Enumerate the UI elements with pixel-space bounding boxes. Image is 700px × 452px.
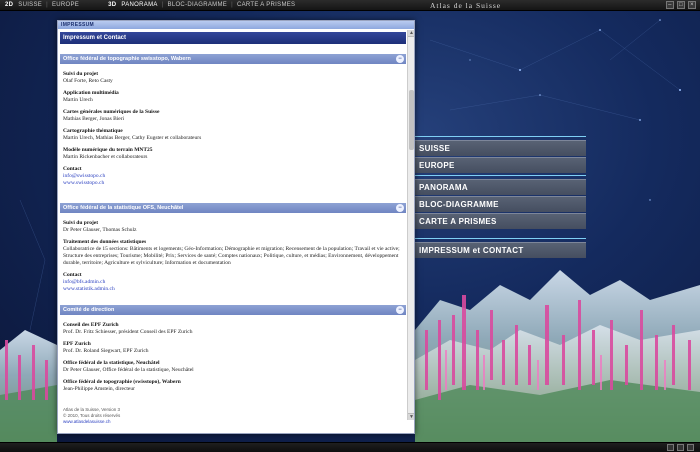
list-item: Cartes générales numériques de la Suisse… [63, 109, 160, 122]
email-link[interactable]: info@bfs.admin.ch [63, 279, 403, 286]
list-item: EPF Zurich Prof. Dr. Roland Siegwart, EP… [63, 341, 149, 354]
scrollbar-thumb[interactable] [409, 90, 414, 150]
menu-item-panorama[interactable]: PANORAMA [414, 179, 586, 195]
app-brand-title: Atlas de la Suisse [430, 1, 502, 10]
list-item: Suivi du projet Dr Peter Glauser, Thomas… [63, 220, 137, 233]
section-header-comite[interactable]: Comité de direction − [60, 305, 406, 315]
contact-item: Contact info@swisstopo.ch www.swisstopo.… [63, 166, 403, 187]
menu-item-europe[interactable]: EUROPE [414, 157, 586, 173]
info-icon[interactable] [687, 444, 694, 451]
section-title: Office fédéral de topographie swisstopo,… [63, 56, 191, 62]
copyright-footer: Atlas de la Suisse, Version 3 © 2010, To… [63, 407, 121, 425]
section-body-ofs: Suivi du projet Dr Peter Glauser, Thomas… [60, 213, 406, 293]
section-title: Office fédéral de la statistique OFS, Ne… [63, 205, 184, 211]
section-title: Comité de direction [63, 307, 115, 313]
nav-suisse[interactable]: SUISSE [16, 2, 44, 8]
section-header-swisstopo[interactable]: Office fédéral de topographie swisstopo,… [60, 54, 406, 64]
mode-3d-label[interactable]: 3D [103, 2, 119, 8]
collapse-icon[interactable]: − [396, 204, 404, 212]
fullscreen-icon[interactable]: □ [677, 1, 685, 9]
settings-icon[interactable] [667, 444, 674, 451]
menu-divider [414, 136, 586, 137]
help-icon[interactable] [677, 444, 684, 451]
list-item: Traitement des données statistiques Coll… [63, 239, 400, 266]
menu-item-suisse[interactable]: SUISSE [414, 140, 586, 156]
section-header-ofs[interactable]: Office fédéral de la statistique OFS, Ne… [60, 203, 406, 213]
nav-carte-a-prismes[interactable]: CARTE A PRISMES [235, 2, 297, 8]
website-link[interactable]: www.swisstopo.ch [63, 180, 403, 187]
bottom-status-bar [0, 442, 700, 452]
scroll-up-icon[interactable]: ▲ [408, 30, 414, 37]
vertical-scrollbar[interactable]: ▲ ▼ [407, 30, 414, 420]
list-item: Office fédéral de la statistique, Neuchâ… [63, 360, 194, 373]
collapse-icon[interactable]: − [396, 55, 404, 63]
window-title: IMPRESSUM [58, 21, 414, 29]
section-body-comite: Conseil des EPF Zurich Prof. Dr. Fritz S… [60, 315, 406, 393]
page-title: Impressum et Contact [60, 32, 406, 44]
menu-item-bloc-diagramme[interactable]: BLOC-DIAGRAMME [414, 196, 586, 212]
list-item: Conseil des EPF Zurich Prof. Dr. Fritz S… [63, 322, 193, 335]
impressum-window: IMPRESSUM Impressum et Contact Office fé… [57, 20, 415, 434]
main-menu: SUISSE EUROPE PANORAMA BLOC-DIAGRAMME CA… [414, 134, 586, 258]
list-item: Application multimédia Martin Urech [63, 90, 119, 103]
scroll-down-icon[interactable]: ▼ [408, 413, 414, 420]
collapse-icon[interactable]: − [396, 306, 404, 314]
menu-divider [414, 175, 586, 176]
contact-item: Contact info@bfs.admin.ch www.statistik.… [63, 272, 403, 293]
window-controls: – □ × [666, 1, 696, 9]
close-icon[interactable]: × [688, 1, 696, 9]
list-item: Office fédéral de topographie (swisstopo… [63, 379, 181, 392]
list-item: Modèle numérique du terrain MNT25 Martin… [63, 147, 153, 160]
impressum-content: Impressum et Contact Office fédéral de t… [60, 30, 406, 410]
website-link[interactable]: www.statistik.admin.ch [63, 286, 403, 293]
mode-2d-label[interactable]: 2D [0, 2, 16, 8]
email-link[interactable]: info@swisstopo.ch [63, 173, 403, 180]
list-item: Cartographie thématique Martin Urech, Ma… [63, 128, 202, 141]
menu-item-impressum[interactable]: IMPRESSUM et CONTACT [414, 242, 586, 258]
top-navigation-bar: 2D SUISSE | EUROPE 3D PANORAMA | BLOC-DI… [0, 0, 700, 11]
menu-divider [414, 238, 586, 239]
nav-panorama[interactable]: PANORAMA [119, 2, 159, 8]
website-link[interactable]: www.atlasdelasuisse.ch [63, 419, 120, 425]
menu-item-carte-a-prismes[interactable]: CARTE A PRISMES [414, 213, 586, 229]
nav-bloc-diagramme[interactable]: BLOC-DIAGRAMME [166, 2, 230, 8]
nav-europe[interactable]: EUROPE [50, 2, 81, 8]
list-item: Suivi du projet Olaf Forte, Reto Casty [63, 71, 113, 84]
section-body-swisstopo: Suivi du projet Olaf Forte, Reto Casty A… [60, 64, 406, 187]
bottom-controls [667, 444, 694, 451]
minimize-icon[interactable]: – [666, 1, 674, 9]
